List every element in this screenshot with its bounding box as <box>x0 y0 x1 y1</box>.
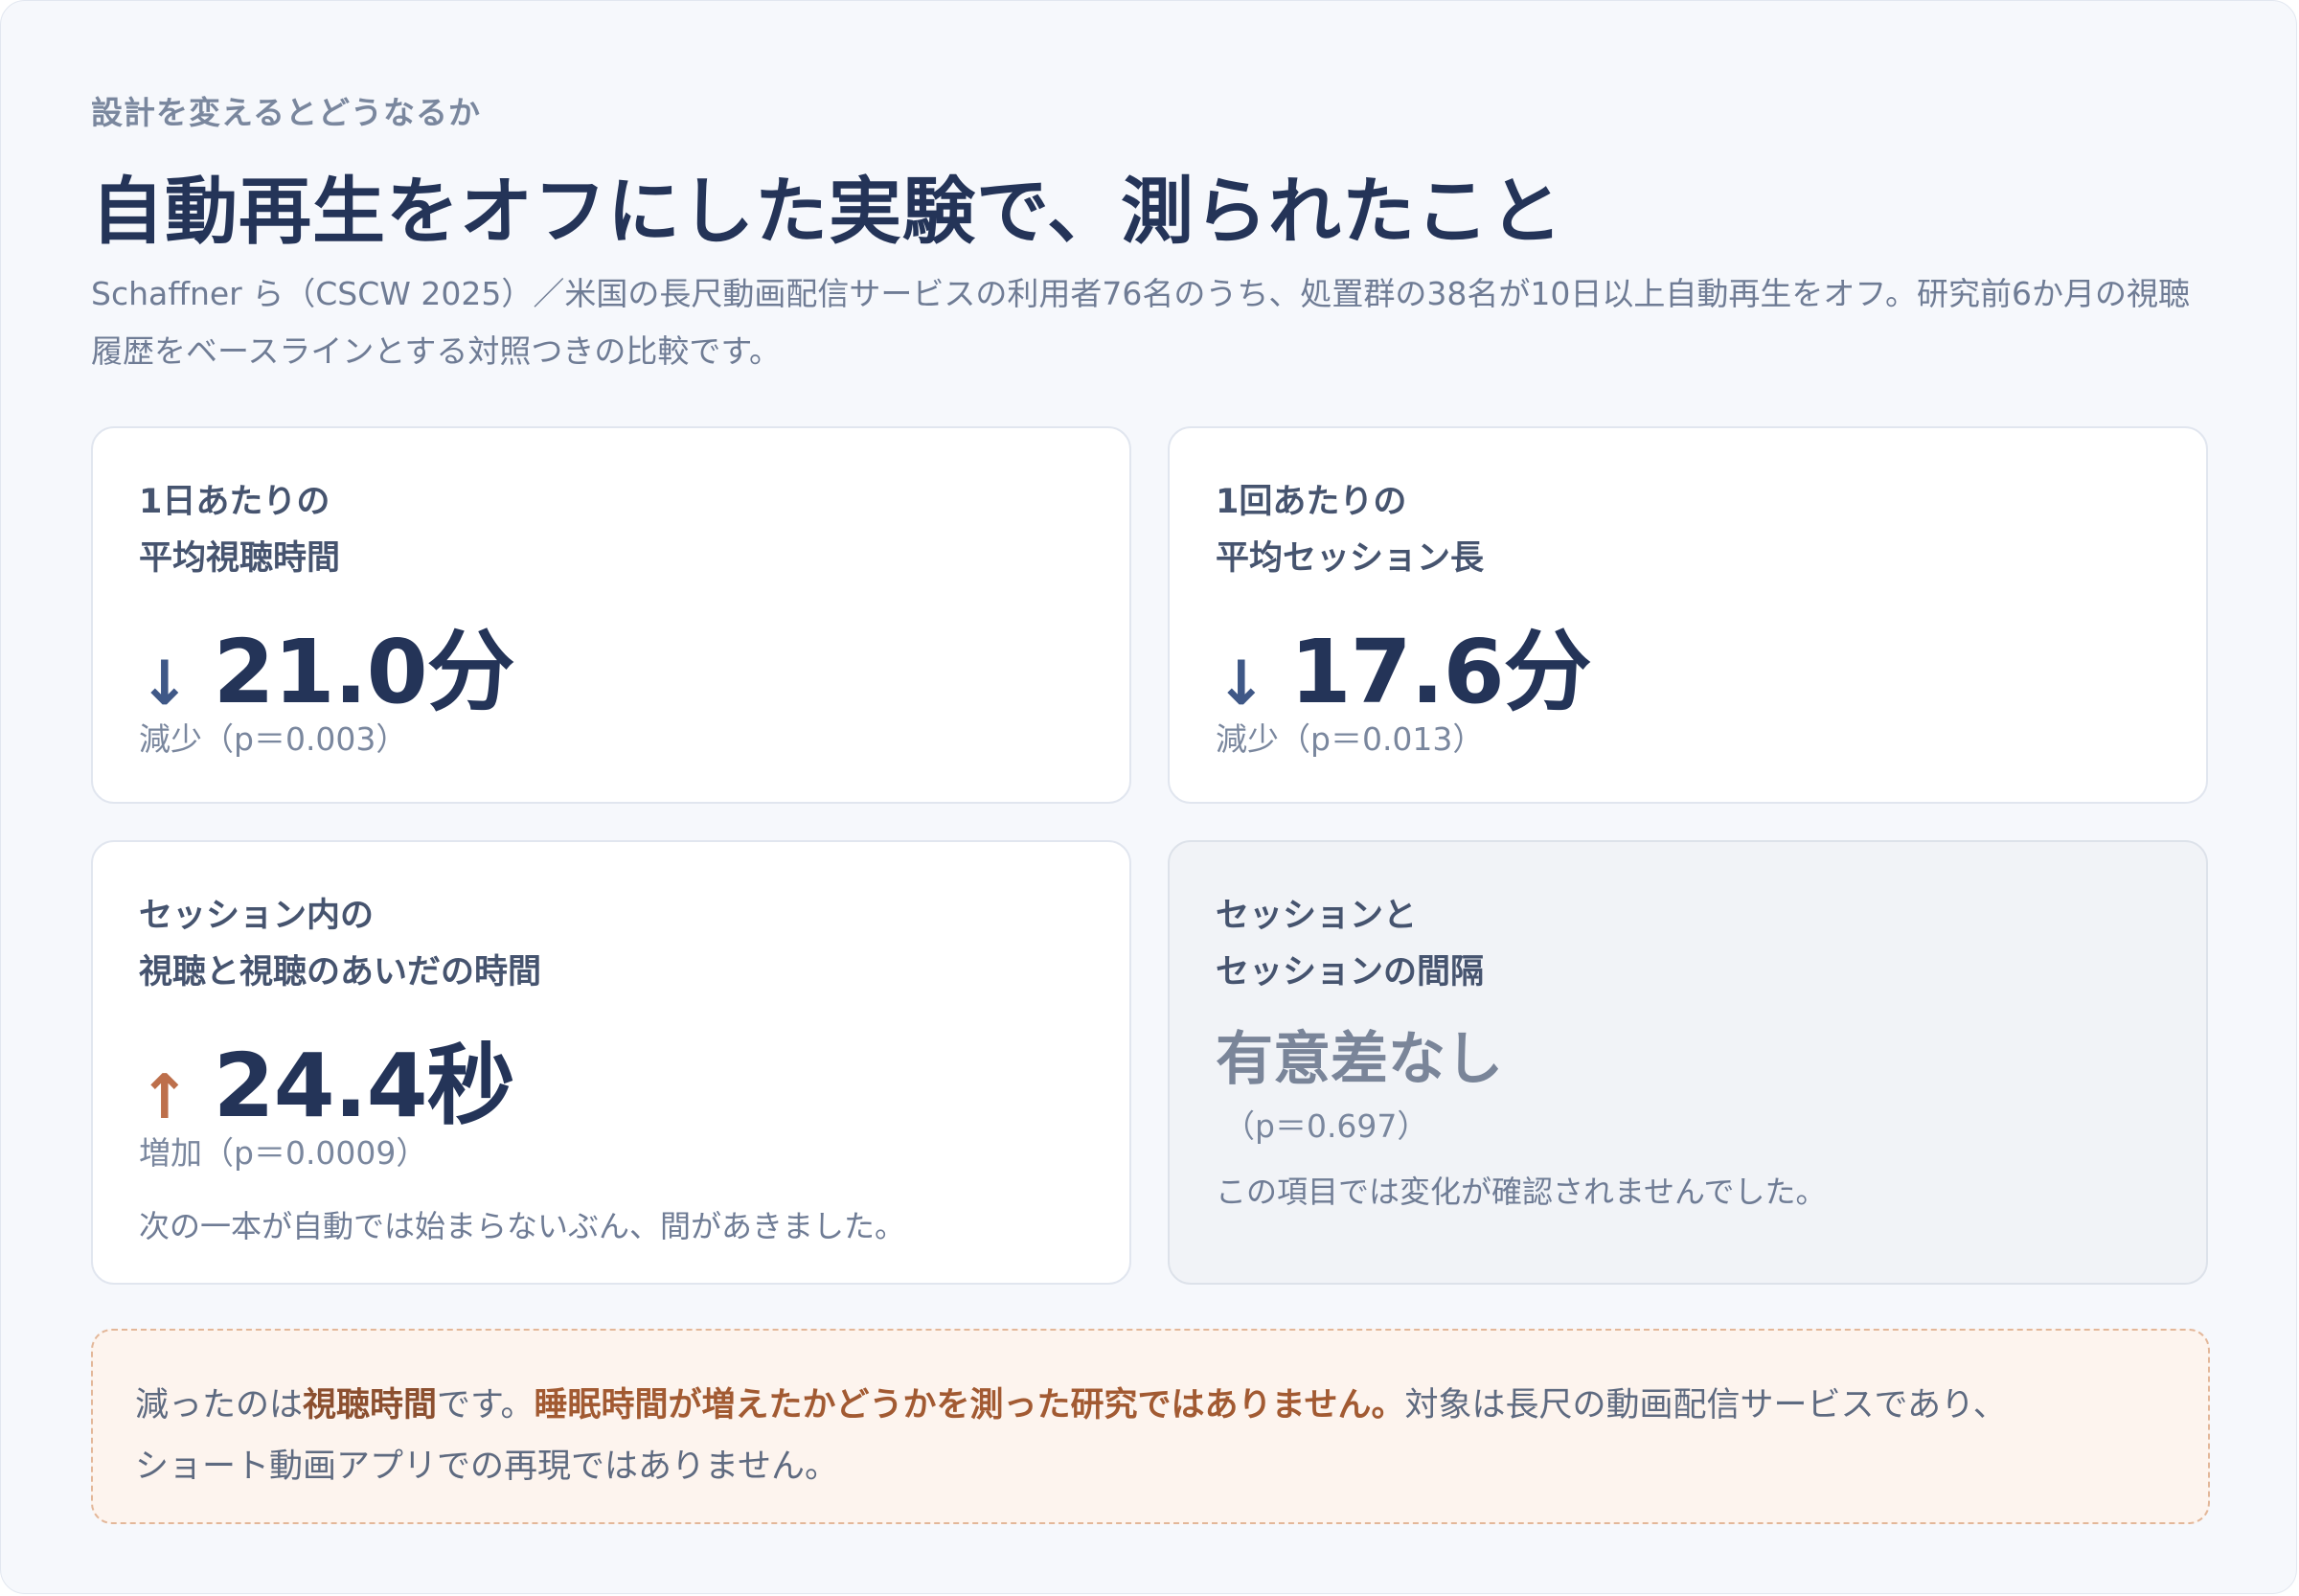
metric-value: 21.0分 <box>213 621 515 723</box>
metric-card-session-length: 1回あたりの 平均セッション長 ↓ 17.6分 減少（p＝0.013） <box>1168 426 2208 804</box>
card-label: セッションと セッションの間隔 <box>1216 888 1484 1001</box>
card-label: 1日あたりの 平均視聴時間 <box>139 474 340 587</box>
callout-text: ショート動画アプリでの再現ではありません。 <box>135 1448 838 1486</box>
page-title: 自動再生をオフにした実験で、測られたこと <box>91 169 1563 254</box>
card-label: セッション内の 視聴と視聴のあいだの時間 <box>139 888 541 1001</box>
metric-row: ↑ 24.4秒 <box>139 1015 515 1142</box>
callout-warning: 睡眠時間が増えたかどうかを測った研究ではありません。 <box>534 1386 1405 1425</box>
card-label-line: 1回あたりの <box>1216 483 1407 521</box>
arrow-down-icon: ↓ <box>139 649 191 719</box>
metric-stat: 減少（p＝0.013） <box>1216 720 1485 758</box>
metric-card-gap-between-views: セッション内の 視聴と視聴のあいだの時間 ↑ 24.4秒 増加（p＝0.0009… <box>91 840 1131 1285</box>
card-label-line: 視聴と視聴のあいだの時間 <box>139 953 542 992</box>
metric-row: ↓ 17.6分 <box>1216 601 1592 728</box>
callout-text: 対象は長尺の動画配信サービスであり、 <box>1404 1386 2007 1425</box>
callout-text: です。 <box>437 1386 535 1425</box>
metric-value: 24.4秒 <box>213 1035 515 1137</box>
no-significance-result: 有意差なし <box>1216 1026 1503 1093</box>
callout-emphasis: 視聴時間 <box>303 1386 438 1425</box>
card-label-line: 1日あたりの <box>139 483 330 521</box>
eyebrow-label: 設計を変えるとどうなるか <box>91 94 482 131</box>
metric-card-daily-watch-time: 1日あたりの 平均視聴時間 ↓ 21.0分 減少（p＝0.003） <box>91 426 1131 804</box>
card-label-line: セッション内の <box>139 897 375 935</box>
metric-stat: （p＝0.697） <box>1223 1107 1429 1145</box>
metric-card-session-interval: セッションと セッションの間隔 有意差なし （p＝0.697） この項目では変化… <box>1168 840 2208 1285</box>
arrow-up-icon: ↑ <box>139 1062 191 1133</box>
card-label: 1回あたりの 平均セッション長 <box>1216 474 1484 587</box>
arrow-down-icon: ↓ <box>1216 649 1267 719</box>
card-label-line: 平均セッション長 <box>1216 539 1485 578</box>
lead-text: Schaffner ら（CSCW 2025）／米国の長尺動画配信サービスの利用者… <box>91 275 2191 370</box>
metric-stat: 減少（p＝0.003） <box>139 720 408 758</box>
callout-text: 減ったのは <box>135 1386 304 1425</box>
card-label-line: セッションの間隔 <box>1216 953 1485 992</box>
metric-row: ↓ 21.0分 <box>139 601 515 728</box>
card-label-line: セッションと <box>1216 897 1418 935</box>
metric-stat: 増加（p＝0.0009） <box>139 1134 428 1172</box>
caveat-callout: 減ったのは視聴時間です。睡眠時間が増えたかどうかを測った研究ではありません。対象… <box>91 1329 2210 1524</box>
metric-note: 次の一本が自動では始まらないぶん、間があきました。 <box>139 1208 906 1244</box>
card-label-line: 平均視聴時間 <box>139 539 341 578</box>
page-panel: 設計を変えるとどうなるか 自動再生をオフにした実験で、測られたこと Schaff… <box>0 0 2297 1594</box>
metric-note: この項目では変化が確認されませんでした。 <box>1216 1174 1827 1210</box>
metric-value: 17.6分 <box>1289 621 1592 723</box>
